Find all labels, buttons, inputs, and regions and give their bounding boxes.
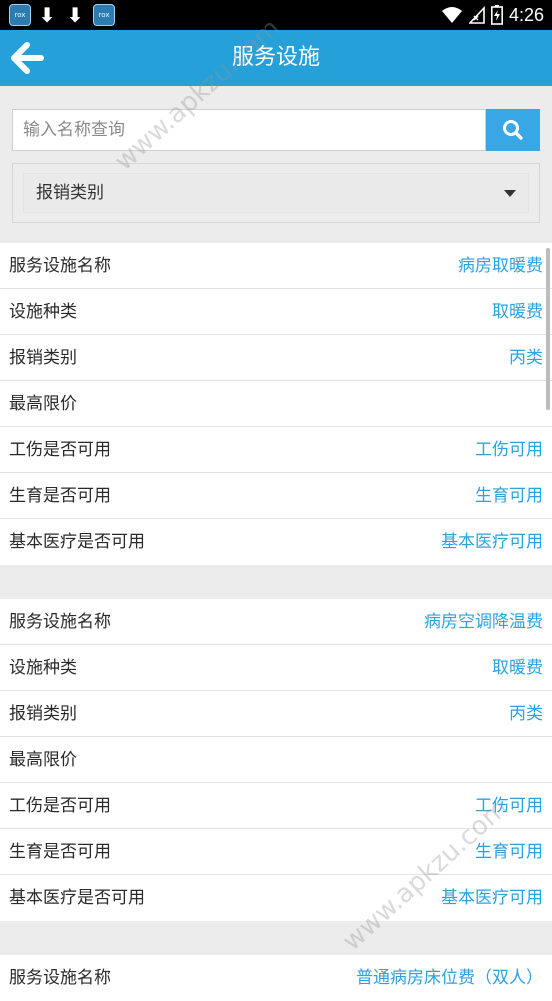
search-button[interactable]: [486, 109, 540, 151]
field-label: 服务设施名称: [9, 612, 111, 632]
field-value: 普通病房床位费（双人）: [356, 968, 543, 988]
field-value: 病房空调降温费: [424, 612, 543, 632]
field-value: 生育可用: [475, 486, 543, 506]
facility-list: 服务设施名称 病房取暖费 设施种类 取暖费 报销类别 丙类 最高限价 工伤是否可…: [0, 243, 552, 1001]
list-item: 服务设施名称 普通病房床位费（双人）: [0, 955, 552, 1001]
field-label: 工伤是否可用: [9, 440, 111, 460]
page-title: 服务设施: [231, 45, 320, 70]
app-icon: rox: [9, 4, 31, 26]
app-icon: rox: [93, 4, 115, 26]
search-panel: 报销类别: [0, 86, 552, 242]
signal-icon: [468, 6, 485, 24]
scrollbar[interactable]: [546, 248, 550, 410]
field-label: 生育是否可用: [9, 842, 111, 862]
caret-down-icon: [504, 190, 516, 197]
field-label: 基本医疗是否可用: [9, 532, 145, 552]
category-filter: 报销类别: [12, 163, 540, 223]
field-value: 丙类: [509, 704, 543, 724]
field-label: 报销类别: [9, 704, 77, 724]
facility-card[interactable]: 服务设施名称 病房取暖费 设施种类 取暖费 报销类别 丙类 最高限价 工伤是否可…: [0, 243, 552, 565]
list-item: 基本医疗是否可用 基本医疗可用: [0, 519, 552, 565]
field-label: 生育是否可用: [9, 486, 111, 506]
field-value: 基本医疗可用: [441, 888, 543, 908]
field-label: 基本医疗是否可用: [9, 888, 145, 908]
field-value: 工伤可用: [475, 796, 543, 816]
field-value: 取暖费: [492, 658, 543, 678]
list-item: 服务设施名称 病房空调降温费: [0, 599, 552, 645]
list-item: 工伤是否可用 工伤可用: [0, 427, 552, 473]
list-item: 报销类别 丙类: [0, 335, 552, 381]
list-item: 设施种类 取暖费: [0, 645, 552, 691]
list-item: 最高限价: [0, 737, 552, 783]
field-value: 基本医疗可用: [441, 532, 543, 552]
category-select[interactable]: 报销类别: [23, 173, 529, 213]
field-value: 取暖费: [492, 302, 543, 322]
wifi-icon: [441, 7, 462, 23]
download-icon: ⬇: [66, 3, 84, 27]
field-label: 设施种类: [9, 302, 77, 322]
list-item: 基本医疗是否可用 基本医疗可用: [0, 875, 552, 921]
list-item: 服务设施名称 病房取暖费: [0, 243, 552, 289]
search-input[interactable]: [12, 109, 486, 151]
category-select-value: 报销类别: [36, 183, 104, 203]
app-header: 服务设施: [0, 30, 552, 86]
download-icon: ⬇: [38, 3, 56, 27]
field-value: 病房取暖费: [458, 256, 543, 276]
field-label: 最高限价: [9, 750, 77, 770]
list-item: 生育是否可用 生育可用: [0, 829, 552, 875]
field-value: 丙类: [509, 348, 543, 368]
clock-time: 4:26: [508, 4, 544, 25]
card-separator: [0, 565, 552, 599]
list-item: 最高限价: [0, 381, 552, 427]
list-item: 工伤是否可用 工伤可用: [0, 783, 552, 829]
facility-card[interactable]: 服务设施名称 普通病房床位费（双人）: [0, 955, 552, 1001]
field-label: 设施种类: [9, 658, 77, 678]
field-label: 工伤是否可用: [9, 796, 111, 816]
facility-card[interactable]: 服务设施名称 病房空调降温费 设施种类 取暖费 报销类别 丙类 最高限价 工伤是…: [0, 599, 552, 921]
battery-icon: [490, 5, 503, 25]
field-label: 服务设施名称: [9, 256, 111, 276]
field-label: 服务设施名称: [9, 968, 111, 988]
field-label: 最高限价: [9, 394, 77, 414]
list-item: 设施种类 取暖费: [0, 289, 552, 335]
field-label: 报销类别: [9, 348, 77, 368]
status-bar: rox ⬇ ⬇ rox 4:26: [0, 0, 552, 30]
field-value: 生育可用: [475, 842, 543, 862]
card-separator: [0, 921, 552, 955]
list-item: 报销类别 丙类: [0, 691, 552, 737]
field-value: 工伤可用: [475, 440, 543, 460]
list-item: 生育是否可用 生育可用: [0, 473, 552, 519]
search-icon: [503, 120, 523, 140]
